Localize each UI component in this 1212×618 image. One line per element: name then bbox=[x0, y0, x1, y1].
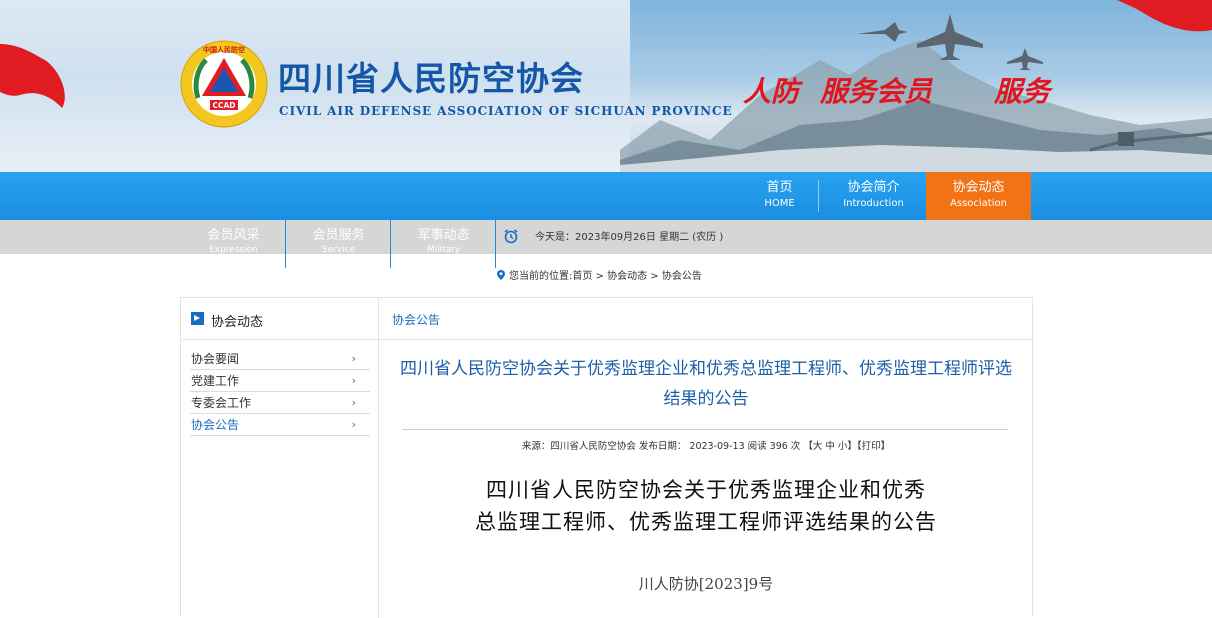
nav-item-label: 首页 bbox=[766, 180, 793, 195]
red-flag-left-icon bbox=[0, 44, 65, 108]
subnav-item-sublabel: Military bbox=[426, 245, 461, 254]
subnav-item-service[interactable]: 会员服务 Service bbox=[286, 220, 391, 254]
current-date: 今天是：2023年09月26日 星期二 (农历 ) bbox=[535, 232, 724, 243]
content-header: 协会公告 bbox=[380, 298, 1032, 340]
nav-item-label: 协会简介 bbox=[847, 180, 900, 195]
ccad-logo[interactable]: CCAD 中国人民防空 bbox=[180, 40, 268, 128]
chevron-right-icon: › bbox=[351, 374, 356, 387]
logo-text: CCAD bbox=[212, 101, 235, 110]
sidebar-item-label: 协会要闻 bbox=[191, 352, 240, 366]
subnav-item-sublabel: Service bbox=[321, 245, 356, 254]
sub-nav: 会员风采 Expression 会员服务 Service 军事动态 Milita… bbox=[0, 220, 1212, 268]
sidebar-header: 协会动态 bbox=[181, 298, 379, 340]
chevron-right-icon: › bbox=[351, 418, 356, 431]
red-flag-right-icon bbox=[1117, 0, 1212, 32]
sidebar-item-party-work[interactable]: 党建工作 › bbox=[190, 370, 370, 392]
slogan-text: 服务会员 bbox=[820, 75, 933, 108]
fighter-jet-icon bbox=[1007, 48, 1043, 70]
slogan-text: 人防 bbox=[743, 75, 800, 108]
subnav-item-label: 会员服务 bbox=[312, 228, 365, 243]
sidebar-item-announcements[interactable]: 协会公告 › bbox=[190, 414, 370, 436]
subnav-item-label: 军事动态 bbox=[417, 228, 470, 243]
article-content: 协会公告 四川省人民防空协会关于优秀监理企业和优秀总监理工程师、优秀监理工程师评… bbox=[380, 298, 1032, 618]
section-title[interactable]: 协会公告 bbox=[392, 311, 440, 328]
sidebar-item-news[interactable]: 协会要闻 › bbox=[190, 348, 370, 370]
slogan-text: 服务 bbox=[994, 75, 1051, 108]
sidebar-item-label: 党建工作 bbox=[191, 374, 240, 388]
breadcrumb-text[interactable]: 您当前的位置:首页 > 协会动态 > 协会公告 bbox=[509, 271, 702, 282]
site-subtitle: CIVIL AIR DEFENSE ASSOCIATION OF SICHUAN… bbox=[279, 104, 733, 118]
logo-ring-text: 中国人民防空 bbox=[203, 45, 245, 54]
subnav-item-military[interactable]: 军事动态 Military bbox=[391, 220, 496, 254]
main-panel: 协会动态 协会要闻 › 党建工作 › 专委会工作 › 协会公告 › 协会公告 四… bbox=[180, 297, 1033, 618]
divider bbox=[402, 429, 1008, 430]
article-meta: 来源：四川省人民防空协会 发布日期： 2023-09-13 阅读 396 次 【… bbox=[521, 441, 891, 452]
document-title-line: 总监理工程师、优秀监理工程师评选结果的公告 bbox=[475, 510, 937, 534]
arrow-bullet-icon bbox=[191, 312, 204, 325]
sidebar-item-committee-work[interactable]: 专委会工作 › bbox=[190, 392, 370, 414]
location-pin-icon bbox=[497, 270, 505, 280]
fighter-jet-icon bbox=[857, 22, 908, 42]
document-number: 川人防协[2023]9号 bbox=[638, 575, 774, 593]
alarm-clock-icon bbox=[504, 229, 518, 244]
document-title: 四川省人民防空协会关于优秀监理企业和优秀 总监理工程师、优秀监理工程师评选结果的… bbox=[420, 474, 992, 538]
nav-divider bbox=[818, 180, 819, 212]
chevron-right-icon: › bbox=[351, 396, 356, 409]
sidebar-item-label: 专委会工作 bbox=[191, 396, 252, 410]
sidebar-list: 协会要闻 › 党建工作 › 专委会工作 › 协会公告 › bbox=[190, 348, 370, 436]
site-title: 四川省人民防空协会 bbox=[278, 59, 584, 98]
main-nav: 首页 HOME 协会简介 Introduction 协会动态 Associati… bbox=[0, 172, 1212, 220]
chevron-right-icon: › bbox=[351, 352, 356, 365]
sidebar-title: 协会动态 bbox=[211, 315, 264, 330]
subnav-item-label: 会员风采 bbox=[207, 228, 260, 243]
breadcrumb: 您当前的位置:首页 > 协会动态 > 协会公告 bbox=[497, 267, 702, 282]
fighter-jet-icon bbox=[917, 14, 983, 60]
nav-item-label: 协会动态 bbox=[952, 180, 1005, 195]
nav-item-sublabel: Association bbox=[950, 198, 1007, 209]
sidebar-item-label: 协会公告 bbox=[191, 418, 240, 432]
subnav-item-expression[interactable]: 会员风采 Expression bbox=[181, 220, 286, 254]
nav-item-sublabel: Introduction bbox=[843, 198, 904, 209]
sidebar: 协会动态 协会要闻 › 党建工作 › 专委会工作 › 协会公告 › bbox=[181, 298, 379, 618]
nav-item-home[interactable]: 首页 HOME bbox=[727, 172, 832, 220]
article-title: 四川省人民防空协会关于优秀监理企业和优秀总监理工程师、优秀监理工程师评选结果的公… bbox=[400, 359, 1012, 409]
subnav-item-sublabel: Expression bbox=[209, 245, 258, 254]
subnav-divider bbox=[495, 220, 496, 268]
document-title-line: 四川省人民防空协会关于优秀监理企业和优秀 bbox=[486, 478, 926, 502]
site-header: 人防 服务会员 服务 CCAD 中国人民防空 四川省人民防空协会 CIVIL A… bbox=[0, 0, 1212, 172]
nav-item-introduction[interactable]: 协会简介 Introduction bbox=[821, 172, 926, 220]
nav-item-sublabel: HOME bbox=[764, 198, 795, 209]
nav-item-association[interactable]: 协会动态 Association bbox=[926, 172, 1031, 220]
